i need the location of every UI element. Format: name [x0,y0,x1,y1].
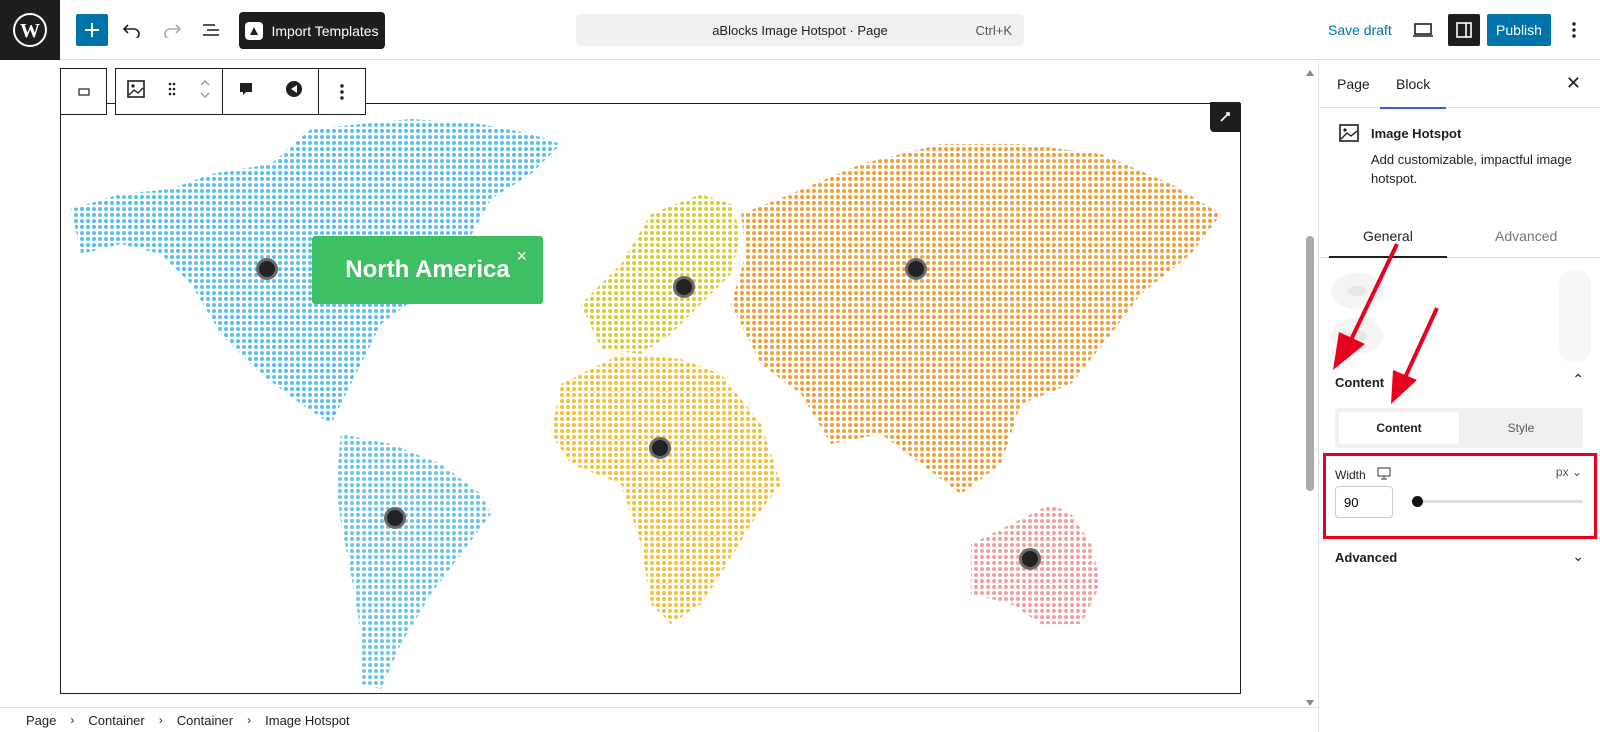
image-hotspot-icon [1339,124,1359,147]
block-type-group [115,68,223,115]
import-templates-label: Import Templates [271,22,379,39]
red-arrow-annotation [1391,307,1439,404]
scrollbar-thumb[interactable] [1306,236,1314,491]
width-label: Width [1335,468,1366,482]
image-hotspot-block[interactable] [60,103,1241,694]
tab-page[interactable]: Page [1337,76,1370,92]
import-templates-button[interactable]: Import Templates [239,12,385,49]
edit-link-icon[interactable] [1210,102,1240,132]
settings-sidebar: Page Block ✕ Image Hotspot Add customiza… [1318,60,1600,732]
options-menu-icon[interactable] [1562,18,1586,42]
hotspot-tooltip: North America × [312,236,543,304]
redo-icon[interactable] [160,18,184,42]
breadcrumb-item: Image Hotspot [265,712,350,728]
scroll-up-icon[interactable] [1306,70,1314,76]
chevron-down-icon[interactable]: ⌄ [1572,548,1584,565]
block-toolbar [60,68,366,115]
document-title: aBlocks Image Hotspot · Page [712,23,888,38]
chevron-up-icon[interactable]: ⌃ [1572,371,1584,388]
play-icon[interactable] [285,80,303,103]
tab-block[interactable]: Block [1379,76,1447,109]
breadcrumb-item[interactable]: Page [26,713,56,728]
segment-style[interactable]: Style [1463,412,1579,444]
block-description: Add customizable, impactful image hotspo… [1371,152,1572,186]
breadcrumb: Page › Container › Container › Image Hot… [0,707,1318,732]
image-block-icon[interactable] [127,80,146,103]
drag-handle-icon[interactable] [168,82,176,101]
hotspot-australia[interactable] [1019,548,1041,570]
save-draft-button[interactable]: Save draft [1328,22,1392,38]
width-slider-handle[interactable] [1412,496,1423,507]
close-sidebar-icon[interactable]: ✕ [1566,73,1581,94]
container-icon [77,87,90,96]
breadcrumb-item[interactable]: Container [177,713,233,728]
chevron-down-icon: ⌄ [1571,465,1582,479]
hotspot-north-america[interactable] [256,258,278,280]
scroll-down-icon[interactable] [1306,700,1314,706]
width-slider[interactable] [1411,500,1583,503]
undo-icon[interactable] [120,18,144,42]
move-up-down-icon[interactable] [199,77,211,106]
block-options-icon[interactable] [319,68,366,115]
africa-region [551,354,781,624]
south-america-region [336,434,491,689]
parent-block-button[interactable] [60,68,107,115]
unit-select[interactable]: px ⌄ [1556,465,1582,479]
chevron-right-icon: › [247,713,252,727]
asia-region [731,144,1221,494]
command-palette-button[interactable]: aBlocks Image Hotspot · Page Ctrl+K [576,14,1024,46]
preview-device-icon[interactable] [1410,18,1436,42]
add-block-button[interactable] [76,14,108,46]
tooltip-title: North America [345,256,510,283]
chevron-right-icon: › [158,713,163,727]
comment-icon[interactable] [238,81,254,102]
editor-canvas: North America × [0,60,1318,707]
settings-sidebar-toggle-icon[interactable] [1448,14,1480,46]
europe-region [581,194,741,354]
publish-button[interactable]: Publish [1487,14,1551,46]
world-map-image [71,119,1221,689]
top-toolbar: W Import Templates aBlocks Image Hotspot… [0,0,1600,60]
document-overview-icon[interactable] [200,18,224,42]
svg-text:W: W [20,20,40,42]
hotspot-africa[interactable] [649,437,671,459]
chevron-right-icon: › [70,713,75,727]
breadcrumb-item[interactable]: Container [88,713,144,728]
tooltip-tools-group [223,68,319,115]
hotspot-europe[interactable] [673,276,695,298]
hotspot-asia[interactable] [905,258,927,280]
unit-label: px [1555,465,1569,479]
advanced-panel-header[interactable]: Advanced [1335,550,1397,565]
tab-advanced[interactable]: Advanced [1495,228,1557,244]
width-input[interactable] [1335,486,1393,518]
desktop-device-icon[interactable] [1377,467,1391,485]
segment-content[interactable]: Content [1339,412,1459,444]
hotspot-south-america[interactable] [384,507,406,529]
tooltip-close-icon[interactable]: × [516,246,527,267]
sidebar-tabs: Page Block ✕ [1319,60,1600,109]
shortcut-hint: Ctrl+K [975,23,1012,38]
wordpress-logo-icon[interactable]: W [0,0,60,60]
templates-logo-icon [245,21,264,40]
content-style-switch: Content Style [1335,408,1583,448]
block-title: Image Hotspot [1371,126,1462,141]
